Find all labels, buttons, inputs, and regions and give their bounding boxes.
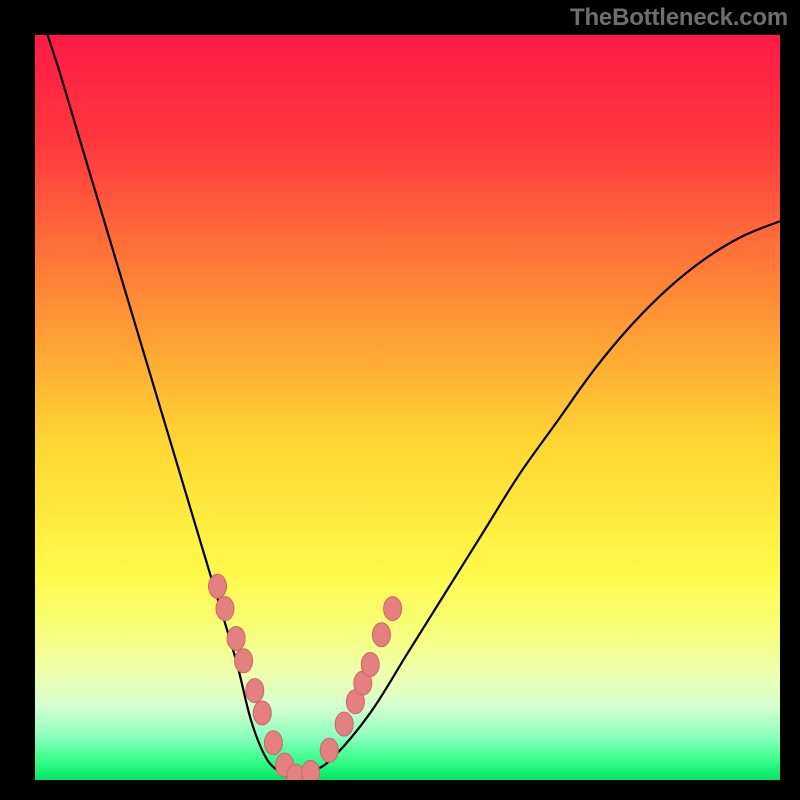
- marker-point: [320, 738, 338, 762]
- marker-point: [253, 701, 271, 725]
- marker-point: [227, 626, 245, 650]
- marker-point: [361, 653, 379, 677]
- marker-point: [216, 597, 234, 621]
- outer-frame: TheBottleneck.com: [0, 0, 800, 800]
- marker-point: [246, 679, 264, 703]
- gradient-background: [35, 35, 780, 780]
- chart-svg: [35, 35, 780, 780]
- marker-point: [302, 761, 320, 780]
- marker-point: [264, 731, 282, 755]
- marker-point: [384, 597, 402, 621]
- watermark-text: TheBottleneck.com: [570, 4, 788, 32]
- marker-point: [372, 623, 390, 647]
- plot-area: [35, 35, 780, 780]
- marker-point: [335, 712, 353, 736]
- marker-point: [235, 649, 253, 673]
- marker-point: [209, 574, 227, 598]
